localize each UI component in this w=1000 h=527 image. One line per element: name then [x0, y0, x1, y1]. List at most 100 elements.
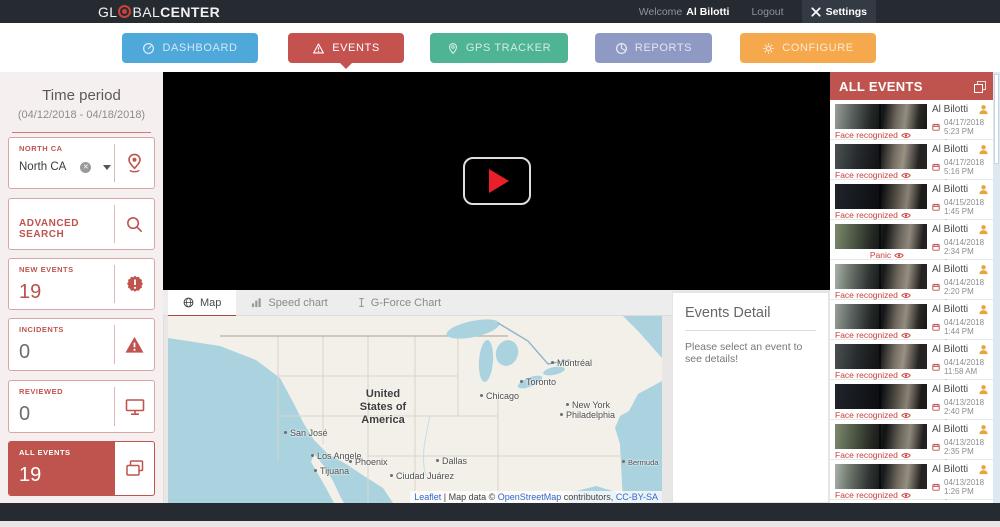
map-city-label: Toronto: [520, 377, 556, 387]
logo-text-mid: BAL: [132, 4, 160, 20]
event-list-item[interactable]: Face recognized Al Bilotti 04/14/2018 1:…: [830, 300, 993, 340]
event-datetime: 04/14/2018 2:20 PM: [944, 278, 984, 296]
event-list-item[interactable]: Panic Al Bilotti 04/14/2018 2:34 PM Lexu…: [830, 220, 993, 260]
logout-link[interactable]: Logout: [751, 6, 783, 18]
folder-copy-icon: [125, 459, 145, 478]
video-player[interactable]: [163, 72, 830, 290]
event-tag: Face recognized: [835, 490, 898, 500]
new-events-card[interactable]: NEW EVENTS 19: [8, 258, 155, 310]
event-tag: Face recognized: [835, 130, 898, 140]
event-thumbnail[interactable]: [835, 144, 927, 169]
map-city-label: Chicago: [480, 391, 519, 401]
event-list-item[interactable]: Face recognized Al Bilotti 04/13/2018 2:…: [830, 420, 993, 460]
event-list-item[interactable]: Face recognized Al Bilotti 04/15/2018 1:…: [830, 180, 993, 220]
eye-icon: [901, 172, 911, 179]
calendar-icon: [932, 163, 940, 171]
driver-icon: [978, 344, 989, 355]
logo-target-icon: [118, 5, 131, 18]
globe-icon: [183, 297, 194, 308]
event-thumbnail[interactable]: [835, 464, 927, 489]
reviewed-count: 0: [19, 403, 114, 426]
license-link[interactable]: CC-BY-SA: [616, 492, 658, 502]
all-events-card[interactable]: ALL EVENTS 19: [8, 441, 155, 496]
event-thumbnail[interactable]: [835, 264, 927, 289]
map-city-label: Philadelphia: [560, 410, 615, 420]
calendar-icon: [932, 483, 940, 491]
map-pin-icon: [447, 42, 459, 55]
advanced-search-card[interactable]: ADVANCED SEARCH: [8, 198, 155, 250]
map-city-label: Bermuda: [622, 458, 658, 467]
copy-icon[interactable]: [974, 81, 984, 91]
eye-icon: [901, 452, 911, 459]
country-label: United States of America: [328, 388, 438, 427]
tab-gforce-chart[interactable]: G-Force Chart: [343, 290, 456, 315]
eye-icon: [901, 372, 911, 379]
event-datetime: 04/17/2018 5:16 PM: [944, 158, 984, 176]
nav-dashboard-button[interactable]: DASHBOARD: [122, 33, 258, 63]
calendar-icon: [932, 323, 940, 331]
event-thumbnail[interactable]: [835, 104, 927, 129]
app-window: GLBALCENTER WelcomeAl Bilotti Logout Set…: [0, 0, 1000, 527]
event-driver-name: Al Bilotti: [932, 424, 975, 435]
nav-events-button[interactable]: EVENTS: [288, 33, 404, 63]
map-attribution: Leaflet | Map data © OpenStreetMap contr…: [410, 491, 662, 503]
scrollbar-thumb[interactable]: [994, 74, 999, 164]
search-icon: [125, 215, 144, 234]
event-driver-name: Al Bilotti: [932, 344, 975, 355]
event-driver-name: Al Bilotti: [932, 304, 975, 315]
event-driver-name: Al Bilotti: [932, 224, 975, 235]
chevron-down-icon[interactable]: [103, 165, 111, 170]
leaflet-link[interactable]: Leaflet: [414, 492, 441, 502]
event-thumbnail[interactable]: [835, 184, 927, 209]
location-pin-icon: [125, 153, 144, 174]
incidents-card[interactable]: INCIDENTS 0: [8, 318, 155, 371]
event-thumbnail[interactable]: [835, 304, 927, 329]
region-select[interactable]: North CA: [19, 161, 114, 173]
region-pin-button[interactable]: [114, 144, 154, 182]
map-city-label: Tijuana: [314, 466, 349, 476]
gforce-icon: [358, 297, 365, 308]
map-canvas[interactable]: United States of America Montréal Toronto…: [168, 316, 662, 503]
event-thumbnail[interactable]: [835, 424, 927, 449]
time-period-title: Time period: [0, 87, 163, 104]
all-events-header: ALL EVENTS: [830, 72, 993, 100]
calendar-icon: [932, 203, 940, 211]
nav-gps-tracker-button[interactable]: GPS TRACKER: [430, 33, 568, 63]
settings-button[interactable]: Settings: [802, 0, 876, 23]
nav-configure-button[interactable]: CONFIGURE: [740, 33, 876, 63]
clear-icon[interactable]: [80, 162, 91, 173]
event-tagline: Face recognized: [835, 210, 939, 220]
event-thumbnail[interactable]: [835, 224, 927, 249]
event-list-item[interactable]: Face recognized Al Bilotti 04/14/2018 2:…: [830, 260, 993, 300]
nav-reports-button[interactable]: REPORTS: [595, 33, 712, 63]
eye-icon: [894, 252, 904, 259]
osm-link[interactable]: OpenStreetMap: [498, 492, 562, 502]
gear-icon: [762, 42, 775, 55]
driver-icon: [978, 304, 989, 315]
event-tagline: Face recognized: [835, 170, 939, 180]
time-period-range: (04/12/2018 - 04/18/2018): [0, 109, 163, 121]
logo-text-post: CENTER: [160, 4, 220, 20]
play-button[interactable]: [463, 157, 531, 205]
monitor-icon: [125, 398, 145, 416]
bar-chart-icon: [251, 297, 262, 308]
tab-speed-chart[interactable]: Speed chart: [236, 290, 342, 315]
event-list-item[interactable]: Face recognized Al Bilotti 04/17/2018 5:…: [830, 140, 993, 180]
event-list-item[interactable]: Face recognized Al Bilotti 04/17/2018 5:…: [830, 100, 993, 140]
map-city-label: Phoenix: [349, 457, 388, 467]
event-thumbnail[interactable]: [835, 384, 927, 409]
app-logo: GLBALCENTER: [98, 0, 220, 23]
map-city-label: Montréal: [551, 358, 592, 368]
event-datetime: 04/13/2018 2:40 PM: [944, 398, 984, 416]
event-list-item[interactable]: Face recognized Al Bilotti 04/13/2018 2:…: [830, 380, 993, 420]
event-list-item[interactable]: Face recognized Al Bilotti 04/13/2018 1:…: [830, 460, 993, 500]
event-tagline: Face recognized: [835, 290, 939, 300]
calendar-icon: [932, 443, 940, 451]
event-thumbnail[interactable]: [835, 344, 927, 369]
events-scrollbar[interactable]: [993, 72, 1000, 521]
tab-map[interactable]: Map: [168, 290, 236, 317]
calendar-icon: [932, 403, 940, 411]
event-tag: Face recognized: [835, 450, 898, 460]
event-list-item[interactable]: Face recognized Al Bilotti 04/14/2018 11…: [830, 340, 993, 380]
reviewed-card[interactable]: REVIEWED 0: [8, 380, 155, 433]
